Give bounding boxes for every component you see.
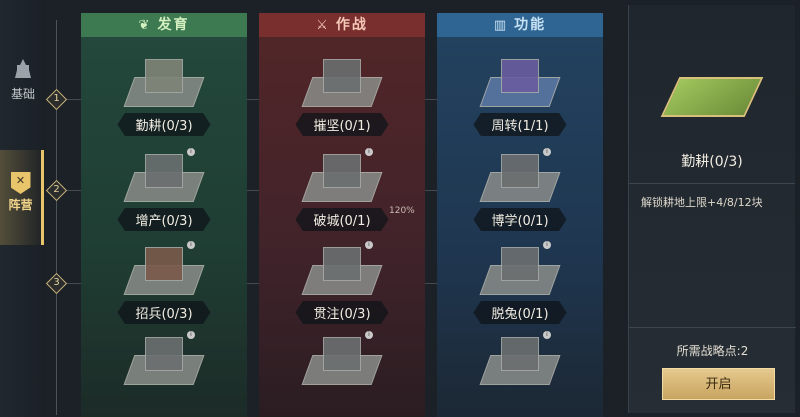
tech-node-label: 脱兔(0/1) xyxy=(473,301,567,324)
info-badge-icon: i xyxy=(365,241,373,249)
column-title-function: 功能 xyxy=(514,17,547,33)
cart-icon: i xyxy=(479,331,561,389)
tech-node-zhaobing[interactable]: i 招兵(0/3) xyxy=(81,241,247,324)
tech-node-locked[interactable]: i xyxy=(81,331,247,389)
nav-camp-label: 阵营 xyxy=(8,198,33,212)
tent-camp-icon xyxy=(479,53,561,111)
pavilion-icon: i xyxy=(479,241,561,299)
tier-number-1: 1 xyxy=(53,93,60,104)
tech-node-tuotu[interactable]: i 脱兔(0/1) xyxy=(437,241,603,324)
nav-item-basic[interactable]: 基础 xyxy=(0,58,46,102)
book-icon: ▥ xyxy=(493,18,509,33)
tech-node-qingeng[interactable]: 勤耕(0/3) xyxy=(81,53,247,136)
left-nav: 基础 ✕ 阵营 xyxy=(0,0,46,417)
tech-node-label: 勤耕(0/3) xyxy=(117,113,211,136)
catapult-icon: i xyxy=(301,148,383,206)
farmland-icon xyxy=(660,65,764,135)
info-badge-icon: i xyxy=(365,331,373,339)
info-badge-icon: i xyxy=(543,148,551,156)
tech-node-pocheng[interactable]: i 破城(0/1) xyxy=(259,148,425,231)
column-header-function: ▥ 功能 xyxy=(437,13,603,37)
info-badge-icon: i xyxy=(543,241,551,249)
tech-node-locked[interactable]: i xyxy=(437,331,603,389)
shield-icon: ✕ xyxy=(10,172,31,194)
tech-node-zengchan[interactable]: i 增产(0/3) xyxy=(81,148,247,231)
tech-node-label: 博学(0/1) xyxy=(473,208,567,231)
column-header-combat: ⚔ 作战 xyxy=(259,13,425,37)
detail-panel: 勤耕(0/3) 解锁耕地上限+4/8/12块 所需战略点:2 开启 xyxy=(628,5,796,413)
info-badge-icon: i xyxy=(187,148,195,156)
soldiers-icon: i xyxy=(123,241,205,299)
tech-node-cuijian[interactable]: 摧坚(0/1) xyxy=(259,53,425,136)
ruins-icon: i xyxy=(301,331,383,389)
tech-node-label: 摧坚(0/1) xyxy=(295,113,389,136)
tech-node-label: 贯注(0/3) xyxy=(295,301,389,324)
unlock-button[interactable]: 开启 xyxy=(662,368,775,400)
siege-tower-icon xyxy=(301,53,383,111)
tech-node-label: 周转(1/1) xyxy=(473,113,567,136)
tech-node-locked[interactable]: i xyxy=(259,331,425,389)
nav-basic-label: 基础 xyxy=(10,87,35,101)
tech-node-zhouzhuan[interactable]: 周转(1/1) xyxy=(437,53,603,136)
info-badge-icon: i xyxy=(187,331,195,339)
detail-description: 解锁耕地上限+4/8/12块 xyxy=(641,196,763,209)
tier-number-2: 2 xyxy=(53,184,60,195)
sword-icon: ⚔ xyxy=(316,18,330,33)
farmland-icon xyxy=(123,53,205,111)
tech-node-boxue[interactable]: i 博学(0/1) xyxy=(437,148,603,231)
tier-vertical-line xyxy=(56,20,57,415)
info-badge-icon: i xyxy=(543,331,551,339)
tech-node-label: 招兵(0/3) xyxy=(117,301,211,324)
leaf-icon: ❦ xyxy=(138,18,152,33)
detail-title: 勤耕(0/3) xyxy=(681,154,743,170)
column-header-development: ❦ 发育 xyxy=(81,13,247,37)
detail-divider-bottom xyxy=(629,327,796,328)
percent-text: 120% xyxy=(389,206,415,216)
column-title-combat: 作战 xyxy=(335,17,368,33)
tech-node-guanzhu[interactable]: i 贯注(0/3) xyxy=(259,241,425,324)
info-badge-icon: i xyxy=(365,148,373,156)
academy-icon: i xyxy=(479,148,561,206)
tier-number-3: 3 xyxy=(53,277,60,288)
strategy-point-cost: 所需战略点:2 xyxy=(676,344,749,358)
tower-icon xyxy=(15,59,31,78)
watchtower-icon: i xyxy=(301,241,383,299)
column-title-development: 发育 xyxy=(157,17,190,33)
granary-icon: i xyxy=(123,148,205,206)
building-icon: i xyxy=(123,331,205,389)
column-development: ❦ 发育 勤耕(0/3) i 增产(0/3) i 招兵(0/3) i xyxy=(81,13,247,417)
nav-item-camp[interactable]: ✕ 阵营 xyxy=(0,150,44,245)
info-badge-icon: i xyxy=(187,241,195,249)
column-function: ▥ 功能 周转(1/1) i 博学(0/1) i 脱兔(0/1) i xyxy=(437,13,603,417)
tech-node-label: 增产(0/3) xyxy=(117,208,211,231)
tech-node-label: 破城(0/1) xyxy=(295,208,389,231)
